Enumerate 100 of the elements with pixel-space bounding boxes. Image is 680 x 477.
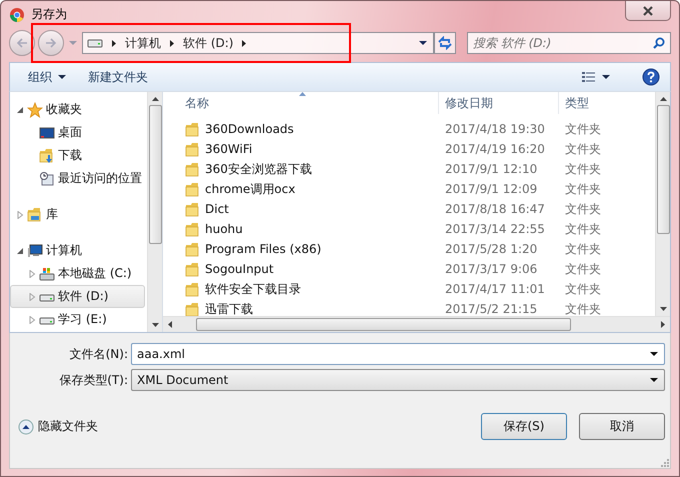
breadcrumb-arrow-icon[interactable] <box>111 38 117 48</box>
file-name: chrome调用ocx <box>205 180 296 198</box>
modified-date: 2017/4/19 16:20 <box>444 142 546 156</box>
horizontal-scrollbar[interactable] <box>163 316 670 332</box>
navigation-item[interactable]: 本地磁盘 (C:) <box>10 262 145 285</box>
file-name-field[interactable]: aaa.xml <box>131 343 665 365</box>
collapsed-arrow-icon[interactable] <box>29 292 36 300</box>
breadcrumb-arrow-icon[interactable] <box>169 38 175 48</box>
column-header[interactable]: 类型 <box>559 92 639 114</box>
navigation-item[interactable]: 下载 <box>10 144 145 167</box>
drive-icon <box>39 266 55 282</box>
modified-date: 2017/8/18 16:47 <box>444 202 546 216</box>
modified-date: 2017/4/17 11:01 <box>444 282 546 296</box>
navigation-item[interactable]: 最近访问的位置 <box>10 167 145 190</box>
file-row[interactable]: Program Files (x86) 2017/5/28 1:20 文件夹 <box>179 239 655 259</box>
folder-icon <box>185 122 199 136</box>
close-button[interactable] <box>625 1 671 21</box>
save-button[interactable]: 保存(S) <box>481 413 567 440</box>
scroll-right-arrow-icon <box>661 321 665 328</box>
caret-icon <box>58 75 66 79</box>
help-icon <box>642 68 660 86</box>
file-type: 文件夹 <box>564 160 602 178</box>
forward-arrow-icon <box>45 38 57 48</box>
window-title: 另存为 <box>31 6 67 23</box>
cancel-button[interactable]: 取消 <box>579 413 665 440</box>
expanded-arrow-icon[interactable] <box>17 106 24 114</box>
forward-button[interactable] <box>38 30 64 56</box>
breadcrumb-arrow-icon[interactable] <box>241 38 248 48</box>
file-row[interactable]: huohu 2017/3/14 22:55 文件夹 <box>179 219 655 239</box>
file-name: huohu <box>205 222 243 236</box>
back-button[interactable] <box>9 30 35 56</box>
file-type: 文件夹 <box>564 280 602 298</box>
scroll-down-arrow-icon <box>660 307 666 311</box>
file-name: 软件安全下载目录 <box>205 280 301 298</box>
collapsed-arrow-icon[interactable] <box>29 270 36 278</box>
vertical-scrollbar[interactable] <box>147 92 162 332</box>
modified-date: 2017/5/2 21:15 <box>444 302 538 316</box>
address-bar[interactable]: 计算机 软件 (D:) <box>82 32 434 54</box>
navigation-item[interactable]: 学习 (E:) <box>10 308 145 331</box>
collapsed-arrow-icon[interactable] <box>17 210 24 218</box>
help-button[interactable] <box>642 68 660 86</box>
file-row[interactable]: chrome调用ocx 2017/9/1 12:09 文件夹 <box>179 179 655 199</box>
file-row[interactable]: SogouInput 2017/3/17 9:06 文件夹 <box>179 259 655 279</box>
file-row[interactable]: 迅雷下载 2017/5/2 21:15 文件夹 <box>179 299 655 316</box>
folder-icon <box>185 242 199 256</box>
vertical-scrollbar[interactable] <box>655 92 670 316</box>
folder-icon <box>185 142 199 156</box>
breadcrumb-item[interactable]: 计算机 <box>125 34 161 52</box>
navigation-item[interactable]: 收藏夹 <box>10 98 145 121</box>
new-folder-button[interactable]: 新建文件夹 <box>80 66 156 88</box>
column-header[interactable]: 名称 <box>179 92 439 114</box>
modified-date: 2017/4/18 19:30 <box>444 122 546 136</box>
folder-icon <box>185 182 199 196</box>
search-field[interactable]: 搜索 软件 (D:) <box>467 32 671 54</box>
navigation-item[interactable]: 库 <box>10 203 145 226</box>
navigation-item[interactable]: 软件 (D:) <box>10 285 145 308</box>
file-row[interactable]: 360安全浏览器下载 2017/9/1 12:10 文件夹 <box>179 159 655 179</box>
scroll-up-arrow-icon <box>660 97 666 101</box>
refresh-button[interactable] <box>434 32 456 54</box>
navigation-item[interactable]: 计算机 <box>10 239 145 262</box>
breadcrumb-item[interactable]: 软件 (D:) <box>183 34 234 52</box>
file-name: 迅雷下载 <box>205 300 253 316</box>
column-header[interactable]: 修改日期 <box>439 92 559 114</box>
file-row[interactable]: 软件安全下载目录 2017/4/17 11:01 文件夹 <box>179 279 655 299</box>
library-folder-icon <box>27 206 43 222</box>
monitor-icon <box>39 124 55 140</box>
refresh-icon <box>437 36 453 50</box>
file-row[interactable]: Dict 2017/8/18 16:47 文件夹 <box>179 199 655 219</box>
drive-icon <box>87 37 103 49</box>
folder-icon <box>185 222 199 236</box>
file-row[interactable]: 360WiFi 2017/4/19 16:20 文件夹 <box>179 139 655 159</box>
history-dropdown-icon[interactable] <box>69 40 77 46</box>
folder-icon <box>185 302 199 316</box>
file-type: 文件夹 <box>564 180 602 198</box>
scrollbar-thumb[interactable] <box>148 105 162 244</box>
address-dropdown-icon[interactable] <box>419 41 427 45</box>
navigation-item[interactable]: 桌面 <box>10 121 145 144</box>
file-type-dropdown[interactable]: XML Document <box>131 369 665 391</box>
close-icon <box>642 6 654 16</box>
file-type: 文件夹 <box>564 260 602 278</box>
scroll-down-arrow-icon <box>152 323 158 327</box>
organize-button[interactable]: 组织 <box>20 66 74 88</box>
scrollbar-thumb[interactable] <box>656 105 670 234</box>
file-type: 文件夹 <box>564 240 602 258</box>
resize-grip-icon <box>661 459 669 467</box>
expanded-arrow-icon[interactable] <box>17 246 24 254</box>
collapse-up-icon <box>18 418 34 434</box>
star-icon <box>27 102 43 118</box>
file-name: SogouInput <box>205 262 274 276</box>
file-type: 文件夹 <box>564 300 602 316</box>
search-icon[interactable] <box>653 37 665 49</box>
folder-icon <box>185 282 199 296</box>
folder-icon <box>185 162 199 176</box>
file-name: 360安全浏览器下载 <box>205 160 312 178</box>
scrollbar-thumb[interactable] <box>196 318 572 331</box>
hide-folders-toggle[interactable]: 隐藏文件夹 <box>18 418 98 435</box>
list-view-icon <box>582 71 596 83</box>
folder-icon <box>185 202 199 216</box>
file-row[interactable]: 360Downloads 2017/4/18 19:30 文件夹 <box>179 119 655 139</box>
collapsed-arrow-icon[interactable] <box>29 316 36 324</box>
